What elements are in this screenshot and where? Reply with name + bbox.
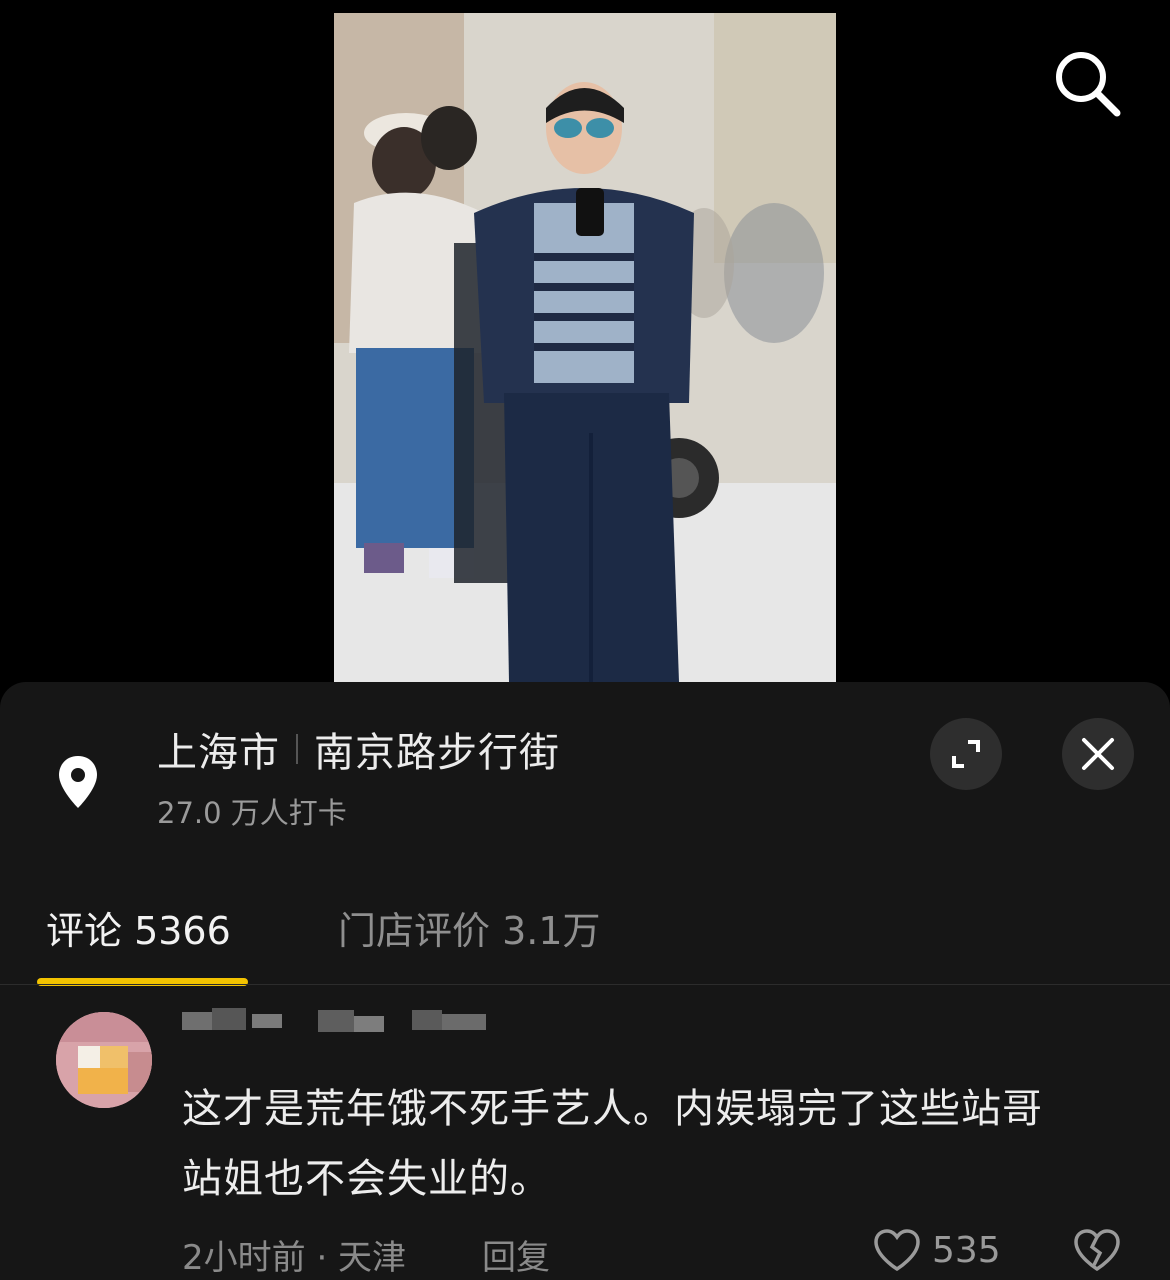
close-icon <box>1082 738 1114 770</box>
like-button[interactable]: 535 <box>872 1227 1001 1273</box>
location-separator <box>296 734 298 764</box>
street-photo-illustration <box>334 13 836 682</box>
tab-comments[interactable]: 评论 5366 <box>46 900 231 955</box>
dislike-button[interactable] <box>1072 1227 1122 1277</box>
location-pin-icon <box>59 756 97 808</box>
expand-icon <box>952 740 980 768</box>
blurred-username <box>182 1008 486 1032</box>
comment-body: 这才是荒年饿不死手艺人。内娱塌完了这些站哥 站姐也不会失业的。 <box>182 1074 1122 1214</box>
search-button[interactable] <box>1050 46 1124 120</box>
heart-icon <box>874 1229 920 1272</box>
tab-store-reviews[interactable]: 门店评价 3.1万 <box>338 900 601 955</box>
checkin-count: 27.0 万人打卡 <box>157 796 347 830</box>
post-photo[interactable] <box>334 13 836 682</box>
tab-divider <box>0 984 1170 985</box>
broken-heart-icon <box>1074 1229 1120 1272</box>
expand-button[interactable] <box>930 718 1002 790</box>
comment-meta: 2小时前 · 天津 <box>182 1238 407 1278</box>
search-icon <box>1056 52 1121 117</box>
location-comment-sheet: 上海市 南京路步行街 27.0 万人打卡 评论 5366 门店评价 3.1万 这… <box>0 682 1170 1280</box>
like-count: 535 <box>932 1229 1001 1271</box>
reply-button[interactable]: 回复 <box>482 1230 550 1279</box>
location-title[interactable]: 上海市 南京路步行街 <box>157 720 560 778</box>
avatar[interactable] <box>56 1012 152 1108</box>
comment-line-1: 这才是荒年饿不死手艺人。内娱塌完了这些站哥 <box>182 1086 1043 1132</box>
close-button[interactable] <box>1062 718 1134 790</box>
comment-line-2: 站姐也不会失业的。 <box>182 1156 551 1202</box>
pixelated-avatar-image <box>56 1012 152 1108</box>
location-place: 南京路步行街 <box>314 730 560 776</box>
location-city: 上海市 <box>157 730 280 776</box>
